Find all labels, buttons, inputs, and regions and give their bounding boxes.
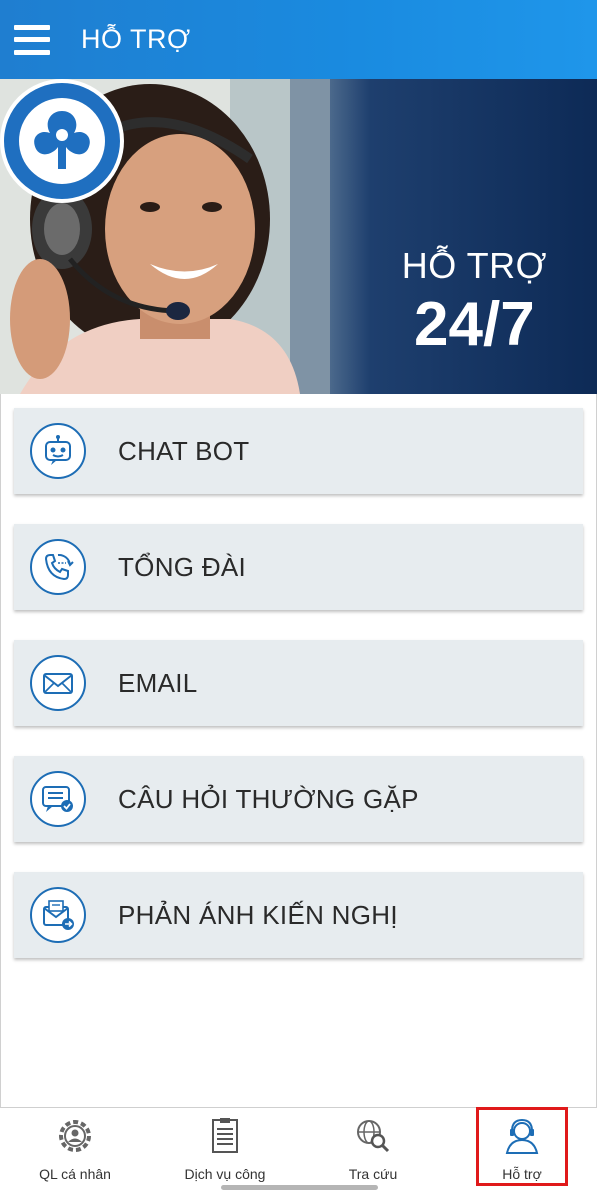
faq-icon [30, 771, 86, 827]
nav-personal[interactable]: QL cá nhân [20, 1108, 130, 1188]
call-center-label: TỔNG ĐÀI [118, 551, 247, 582]
faq-card[interactable]: CÂU HỎI THƯỜNG GẶP [14, 756, 583, 842]
hamburger-menu-icon[interactable] [14, 24, 50, 55]
chat-bot-card[interactable]: CHAT BOT [14, 408, 583, 494]
personal-gear-icon [55, 1116, 95, 1156]
nav-public-service[interactable]: Dịch vụ công [170, 1108, 280, 1188]
app-header: HỖ TRỢ [0, 0, 597, 79]
banner-subtitle: HỖ TRỢ [401, 245, 547, 286]
nav-lookup[interactable]: Tra cứu [318, 1108, 428, 1188]
nav-personal-label: QL cá nhân [39, 1166, 111, 1182]
banner-text: HỖ TRỢ 24/7 [402, 245, 547, 360]
feedback-icon [30, 887, 86, 943]
lookup-globe-icon [353, 1116, 393, 1156]
vss-logo [0, 79, 124, 203]
email-icon [30, 655, 86, 711]
active-tab-highlight [476, 1107, 568, 1186]
email-card[interactable]: EMAIL [14, 640, 583, 726]
public-service-doc-icon [205, 1116, 245, 1156]
nav-lookup-label: Tra cứu [348, 1166, 398, 1182]
page-title: HỖ TRỢ [81, 24, 191, 54]
chat-bot-label: CHAT BOT [118, 435, 250, 466]
feedback-card[interactable]: PHẢN ÁNH KIẾN NGHỊ [14, 872, 583, 958]
home-indicator[interactable] [221, 1185, 378, 1190]
feedback-label: PHẢN ÁNH KIẾN NGHỊ [118, 899, 398, 930]
email-label: EMAIL [118, 667, 198, 698]
chat-bot-icon [30, 423, 86, 479]
call-center-card[interactable]: TỔNG ĐÀI [14, 524, 583, 610]
nav-public-service-label: Dịch vụ công [184, 1166, 266, 1182]
banner-main-title: 24/7 [414, 290, 535, 359]
call-center-icon [30, 539, 86, 595]
support-banner: HỖ TRỢ 24/7 [0, 79, 597, 394]
faq-label: CÂU HỎI THƯỜNG GẶP [118, 783, 419, 814]
